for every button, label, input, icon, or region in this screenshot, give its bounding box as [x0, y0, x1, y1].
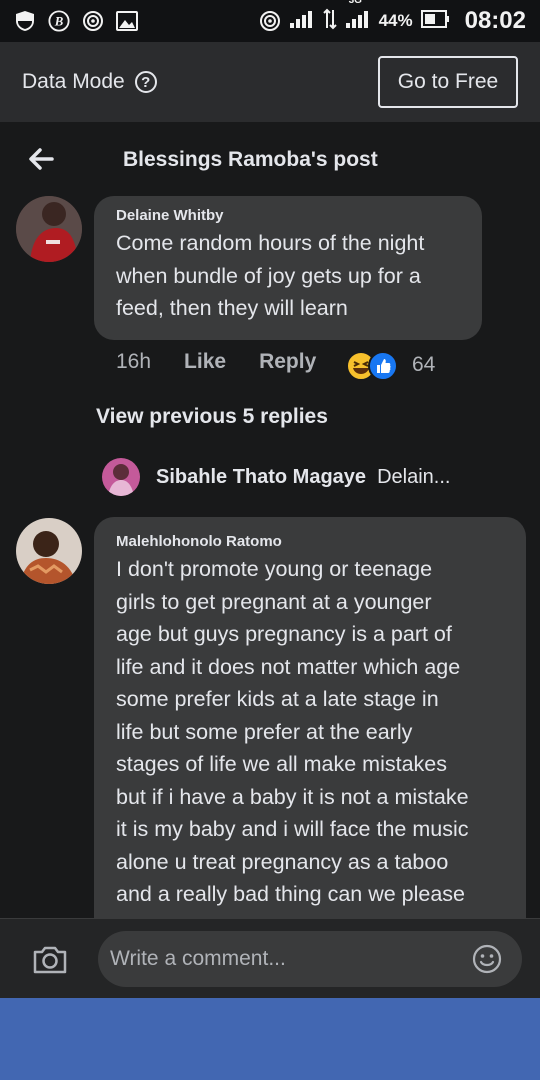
- comment-bubble[interactable]: Delaine Whitby Come random hours of the …: [94, 196, 482, 340]
- comment-placeholder: Write a comment...: [110, 947, 286, 970]
- status-bar: B 3G 44% 08:02: [0, 0, 540, 42]
- avatar[interactable]: [16, 518, 82, 584]
- comment-author[interactable]: Delaine Whitby: [116, 207, 224, 224]
- comment-time: 16h: [116, 350, 152, 373]
- comment-line: I don't promote young or teenage: [116, 557, 433, 581]
- comment-author[interactable]: Malehlohonolo Ratomo: [116, 533, 282, 550]
- comment-line: and a really bad thing can we please: [116, 882, 466, 906]
- hotspot-icon: [82, 10, 104, 32]
- comment-line: life but some prefer at the early: [116, 719, 413, 744]
- data-arrows-icon: [322, 8, 337, 35]
- signal-icon: [289, 9, 315, 34]
- comment-line: some prefer kids at a late stage in: [116, 687, 439, 711]
- back-arrow-icon[interactable]: [26, 144, 56, 174]
- avatar[interactable]: [16, 196, 82, 262]
- like-reaction-icon: [368, 351, 398, 386]
- comment-line: girls to get pregnant at a younger: [116, 589, 432, 614]
- svg-text:B: B: [54, 15, 64, 29]
- comment-line: but if i have a baby it is not a mistake: [116, 784, 469, 809]
- reply-preview[interactable]: Sibahle Thato Magaye Delain...: [102, 458, 450, 496]
- emoji-icon[interactable]: [472, 944, 502, 980]
- post-header: Blessings Ramoba's post: [0, 122, 540, 198]
- data-mode-bar: Data Mode ? Go to Free: [0, 42, 540, 122]
- shield-icon: [14, 10, 36, 32]
- view-previous-replies[interactable]: View previous 5 replies: [96, 405, 328, 429]
- reply-link[interactable]: Reply: [259, 350, 316, 374]
- comment-actions: 16h Like Reply: [116, 350, 316, 374]
- comment-line: when bundle of joy gets up for a: [116, 263, 421, 288]
- go-to-free-button[interactable]: Go to Free: [378, 56, 518, 108]
- reactions[interactable]: [346, 351, 398, 386]
- comment-line: life and it does not matter which age: [116, 654, 461, 679]
- comment-line: it is my baby and i will face the music: [116, 817, 469, 841]
- battery-percent: 44%: [378, 11, 413, 30]
- b-badge-icon: B: [48, 10, 70, 32]
- network-type-label: 3G: [345, 0, 371, 34]
- reply-author[interactable]: Sibahle Thato Magaye: [156, 466, 366, 489]
- comment-line: alone u treat pregnancy as a taboo: [116, 849, 449, 874]
- reaction-count: 64: [412, 353, 436, 376]
- avatar: [102, 458, 140, 496]
- comment-bubble[interactable]: Malehlohonolo Ratomo I don't promote you…: [94, 517, 526, 977]
- reply-snippet: Delain...: [377, 465, 451, 488]
- comment-line: feed, then they will learn: [116, 296, 348, 320]
- clock: 08:02: [464, 7, 526, 34]
- hotspot-status-icon: [259, 10, 281, 32]
- comment-input[interactable]: Write a comment...: [98, 931, 522, 987]
- camera-icon[interactable]: [32, 945, 68, 980]
- comment-line: stages of life we all make mistakes: [116, 752, 447, 776]
- like-link[interactable]: Like: [184, 350, 226, 374]
- comment-text: Come random hours of the night when bund…: [116, 227, 424, 325]
- battery-icon: [420, 9, 451, 33]
- gallery-icon: [116, 10, 138, 32]
- comment-composer: Write a comment...: [0, 918, 540, 998]
- help-icon[interactable]: ?: [134, 71, 157, 93]
- comment-line: age but guys pregnancy is a part of: [116, 622, 452, 646]
- comment-line: Come random hours of the night: [116, 231, 425, 255]
- comment-text: I don't promote young or teenage girls t…: [116, 553, 469, 911]
- system-nav-bar: [0, 998, 540, 1080]
- page-title: Blessings Ramoba's post: [123, 148, 378, 171]
- data-mode-label: Data Mode: [22, 70, 125, 93]
